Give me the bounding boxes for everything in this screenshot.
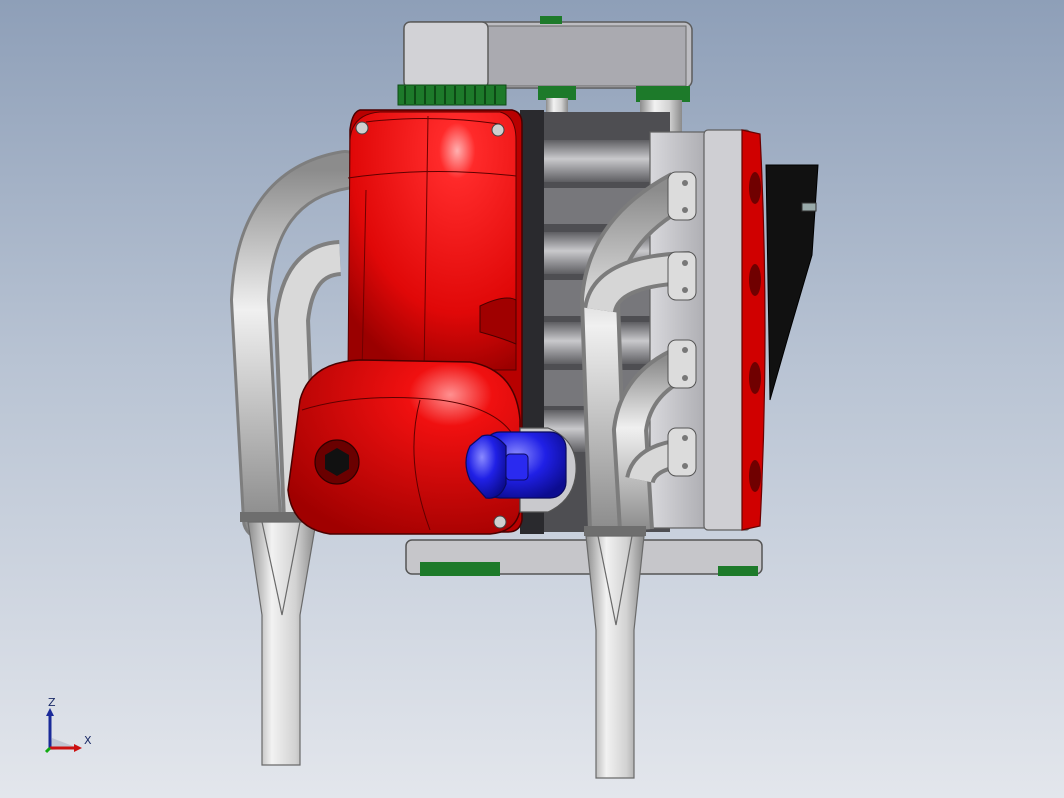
- axis-arrows-icon: [44, 708, 82, 754]
- engine-model[interactable]: [0, 0, 1064, 798]
- 3d-viewport[interactable]: Z X: [0, 0, 1064, 798]
- exhaust-pipes-right: [579, 171, 697, 779]
- x-axis-label: X: [84, 734, 92, 747]
- z-axis-label: Z: [48, 696, 56, 709]
- orientation-triad: Z X: [38, 696, 98, 760]
- bottom-mount-bracket: [405, 539, 763, 576]
